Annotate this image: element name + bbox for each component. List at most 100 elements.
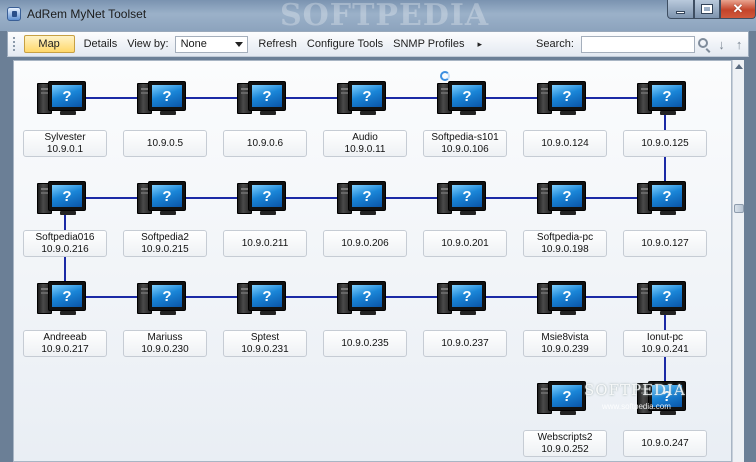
device-node[interactable]: ? Sylvester 10.9.0.1 [23, 81, 107, 171]
device-label[interactable]: Softpedia016 10.9.0.216 [23, 230, 107, 257]
snmp-profiles-button[interactable]: SNMP Profiles [388, 32, 469, 56]
device-node[interactable]: ? Msie8vista 10.9.0.239 [523, 281, 607, 371]
up-arrow-icon[interactable]: ↑ [730, 32, 748, 56]
device-label[interactable]: Sptest 10.9.0.231 [223, 330, 307, 357]
window-title: AdRem MyNet Toolset [27, 7, 147, 21]
device-label[interactable]: 10.9.0.211 [223, 230, 307, 257]
device-node[interactable]: ? 10.9.0.201 [423, 181, 507, 271]
device-node[interactable]: ? Ionut-pc 10.9.0.241 [623, 281, 707, 371]
device-ip: 10.9.0.1 [46, 143, 84, 155]
device-node[interactable]: ? Mariuss 10.9.0.230 [123, 281, 207, 371]
device-node[interactable]: ? 10.9.0.124 [523, 81, 607, 171]
search-label: Search: [536, 38, 574, 50]
map-button[interactable]: Map [23, 35, 75, 53]
view-by-value: None [180, 38, 207, 50]
monitor-shape: ? [148, 281, 186, 311]
monitor-stand [560, 211, 576, 215]
computer-icon: ? [637, 81, 687, 115]
device-ip: 10.9.0.11 [344, 143, 386, 155]
monitor-shape: ? [148, 181, 186, 211]
unknown-status-icon: ? [552, 185, 582, 207]
monitor-shape: ? [148, 81, 186, 111]
scrollbar-thumb[interactable] [734, 204, 744, 213]
device-label[interactable]: Webscripts2 10.9.0.252 [523, 430, 607, 457]
details-button[interactable]: Details [79, 32, 123, 56]
app-icon[interactable] [7, 7, 21, 21]
monitor-stand [260, 311, 276, 315]
refresh-button[interactable]: Refresh [253, 32, 302, 56]
device-node[interactable]: ? Andreeab 10.9.0.217 [23, 281, 107, 371]
device-node[interactable]: ? 10.9.0.211 [223, 181, 307, 271]
device-node[interactable]: ? 10.9.0.237 [423, 281, 507, 371]
device-label[interactable]: 10.9.0.235 [323, 330, 407, 357]
device-node[interactable]: ? 10.9.0.235 [323, 281, 407, 371]
toolbar-grip[interactable] [13, 37, 18, 51]
network-map[interactable]: ? Sylvester 10.9.0.1? 10.9.0.5? 10.9.0.6? Aud… [13, 60, 732, 462]
computer-icon: ? [237, 81, 287, 115]
device-label[interactable]: 10.9.0.247 [623, 430, 707, 457]
monitor-shape: ? [548, 81, 586, 111]
device-label[interactable]: 10.9.0.201 [423, 230, 507, 257]
down-arrow-icon[interactable]: ↓ [713, 32, 731, 56]
vertical-scrollbar[interactable] [732, 60, 744, 462]
device-label[interactable]: Softpedia-pc 10.9.0.198 [523, 230, 607, 257]
device-node[interactable]: ? Softpedia-s101 10.9.0.106 [423, 81, 507, 171]
unknown-status-icon: ? [652, 85, 682, 107]
device-label[interactable]: Mariuss 10.9.0.230 [123, 330, 207, 357]
configure-tools-button[interactable]: Configure Tools [302, 32, 388, 56]
device-label[interactable]: 10.9.0.127 [623, 230, 707, 257]
device-node[interactable]: ? Softpedia-pc 10.9.0.198 [523, 181, 607, 271]
device-label[interactable]: Msie8vista 10.9.0.239 [523, 330, 607, 357]
monitor-stand [660, 311, 676, 315]
device-label[interactable]: 10.9.0.6 [223, 130, 307, 157]
computer-icon: ? [337, 181, 387, 215]
device-label[interactable]: 10.9.0.237 [423, 330, 507, 357]
device-label[interactable]: Ionut-pc 10.9.0.241 [623, 330, 707, 357]
device-node[interactable]: ? Audio 10.9.0.11 [323, 81, 407, 171]
device-label[interactable]: 10.9.0.5 [123, 130, 207, 157]
device-ip: 10.9.0.235 [341, 337, 389, 349]
search-input[interactable] [580, 35, 695, 53]
device-label[interactable]: 10.9.0.206 [323, 230, 407, 257]
device-node[interactable]: ? Softpedia016 10.9.0.216 [23, 181, 107, 271]
device-label[interactable]: 10.9.0.124 [523, 130, 607, 157]
computer-icon: ? [37, 81, 87, 115]
device-name: Ionut-pc [646, 331, 684, 343]
monitor-stand [660, 411, 676, 415]
device-ip: 10.9.0.206 [341, 237, 389, 249]
device-label[interactable]: Andreeab 10.9.0.217 [23, 330, 107, 357]
scroll-up-icon[interactable] [735, 64, 743, 69]
device-node[interactable]: ? Softpedia2 10.9.0.215 [123, 181, 207, 271]
computer-icon: ? [537, 81, 587, 115]
device-node[interactable]: ? 10.9.0.127 [623, 181, 707, 271]
device-ip: 10.9.0.237 [441, 337, 489, 349]
close-button[interactable]: ✕ [720, 0, 756, 19]
device-label[interactable]: Softpedia-s101 10.9.0.106 [423, 130, 507, 157]
monitor-shape: ? [448, 81, 486, 111]
unknown-status-icon: ? [52, 85, 82, 107]
monitor-stand [460, 211, 476, 215]
more-arrow-icon[interactable]: ▸ [469, 32, 490, 56]
minimize-button[interactable] [667, 0, 694, 19]
device-ip: 10.9.0.201 [441, 237, 489, 249]
device-label[interactable]: 10.9.0.125 [623, 130, 707, 157]
monitor-stand [560, 111, 576, 115]
computer-icon: ? [237, 181, 287, 215]
device-label[interactable]: Sylvester 10.9.0.1 [23, 130, 107, 157]
device-name: Mariuss [147, 331, 183, 343]
computer-icon: ? [437, 281, 487, 315]
device-node[interactable]: ? 10.9.0.5 [123, 81, 207, 171]
maximize-button[interactable] [694, 0, 720, 19]
device-node[interactable]: ? 10.9.0.206 [323, 181, 407, 271]
monitor-shape: ? [548, 381, 586, 411]
device-label[interactable]: Softpedia2 10.9.0.215 [123, 230, 207, 257]
device-label[interactable]: Audio 10.9.0.11 [323, 130, 407, 157]
device-ip: 10.9.0.5 [146, 137, 184, 149]
device-node[interactable]: ? 10.9.0.125 [623, 81, 707, 171]
device-node[interactable]: ? Sptest 10.9.0.231 [223, 281, 307, 371]
computer-icon: ? [337, 281, 387, 315]
monitor-shape: ? [48, 181, 86, 211]
view-by-select[interactable]: None [174, 35, 249, 53]
device-node[interactable]: ? 10.9.0.6 [223, 81, 307, 171]
search-button[interactable] [695, 32, 713, 56]
